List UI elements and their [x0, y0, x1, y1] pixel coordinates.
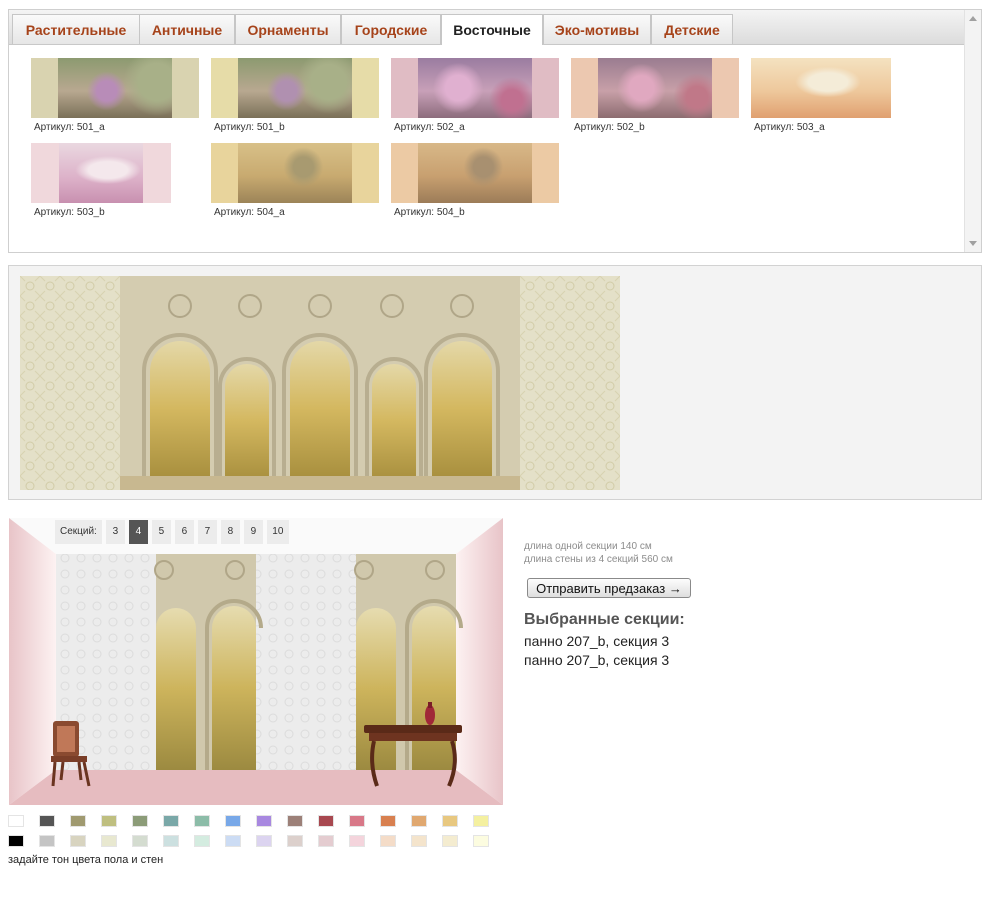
article-caption: Артикул: 504_b — [394, 207, 465, 218]
selected-section-item: панно 207_b, секция 3 — [524, 633, 670, 649]
color-swatch[interactable] — [101, 815, 117, 827]
color-swatch[interactable] — [163, 815, 179, 827]
article-caption: Артикул: 501_b — [214, 122, 285, 133]
thumbnail-image — [391, 143, 559, 203]
color-swatch[interactable] — [101, 835, 117, 847]
color-swatch[interactable] — [8, 815, 24, 827]
catalog-item[interactable]: Артикул: 501_b — [211, 58, 379, 133]
article-caption: Артикул: 502_b — [574, 122, 645, 133]
tab-city[interactable]: Городские — [341, 14, 441, 44]
category-tabs: Растительные Античные Орнаменты Городски… — [9, 10, 972, 45]
catalog-item[interactable]: Артикул: 503_a — [751, 58, 891, 133]
tab-oriental[interactable]: Восточные — [441, 14, 543, 45]
color-swatch[interactable] — [442, 815, 458, 827]
wall-length-text: длина стены из 4 секций 560 см — [524, 554, 673, 565]
sections-option-8[interactable]: 8 — [220, 520, 240, 544]
thumbnail-image — [211, 58, 379, 118]
color-swatch[interactable] — [132, 835, 148, 847]
sections-option-6[interactable]: 6 — [174, 520, 194, 544]
sections-option-3[interactable]: 3 — [105, 520, 125, 544]
thumbnail-image — [571, 58, 739, 118]
color-swatch[interactable] — [194, 815, 210, 827]
send-preorder-button[interactable]: Отправить предзаказ → — [527, 578, 691, 598]
panel-preview — [8, 265, 982, 500]
color-swatch[interactable] — [256, 835, 272, 847]
color-swatch[interactable] — [473, 815, 489, 827]
scroll-down-icon[interactable] — [969, 241, 977, 246]
tab-kids[interactable]: Детские — [651, 14, 733, 44]
color-swatch[interactable] — [8, 835, 24, 847]
sections-option-4[interactable]: 4 — [128, 520, 148, 544]
sections-label: Секций: — [55, 520, 102, 544]
color-swatch[interactable] — [349, 815, 365, 827]
catalog-item[interactable]: Артикул: 502_b — [571, 58, 739, 133]
selected-sections-title: Выбранные секции: — [524, 611, 685, 628]
color-swatch[interactable] — [163, 835, 179, 847]
color-swatch[interactable] — [473, 835, 489, 847]
color-swatch[interactable] — [39, 815, 55, 827]
color-swatch[interactable] — [194, 835, 210, 847]
catalog-item[interactable]: Артикул: 501_a — [31, 58, 199, 133]
scroll-up-icon[interactable] — [969, 16, 977, 21]
article-caption: Артикул: 502_a — [394, 122, 465, 133]
color-swatch[interactable] — [256, 815, 272, 827]
color-swatch[interactable] — [287, 815, 303, 827]
panorama-image — [20, 276, 620, 490]
catalog-item[interactable]: Артикул: 502_a — [391, 58, 559, 133]
catalog-panel: Растительные Античные Орнаменты Городски… — [8, 9, 982, 253]
tab-ornaments[interactable]: Орнаменты — [235, 14, 341, 44]
sections-option-9[interactable]: 9 — [243, 520, 263, 544]
catalog-scrollbar[interactable] — [964, 10, 981, 252]
tab-plants[interactable]: Растительные — [12, 14, 140, 44]
article-caption: Артикул: 504_a — [214, 207, 285, 218]
thumbnail-image — [31, 143, 171, 203]
section-length-text: длина одной секции 140 см — [524, 541, 652, 552]
color-swatch[interactable] — [225, 835, 241, 847]
color-swatch[interactable] — [287, 835, 303, 847]
color-swatch[interactable] — [70, 815, 86, 827]
catalog-item[interactable]: Артикул: 504_b — [391, 143, 559, 218]
color-swatch[interactable] — [380, 835, 396, 847]
sections-option-10[interactable]: 10 — [266, 520, 289, 544]
article-caption: Артикул: 503_a — [754, 122, 825, 133]
color-swatch[interactable] — [70, 835, 86, 847]
sections-selector: Секций: 3 4 5 6 7 8 9 10 — [55, 520, 289, 544]
color-swatch[interactable] — [442, 835, 458, 847]
thumbnail-image — [751, 58, 891, 118]
color-swatch[interactable] — [225, 815, 241, 827]
thumbnail-image — [211, 143, 379, 203]
catalog-item[interactable]: Артикул: 504_a — [211, 143, 379, 218]
color-swatch[interactable] — [39, 835, 55, 847]
thumbnail-image — [31, 58, 199, 118]
palette-hint: задайте тон цвета пола и стен — [8, 854, 164, 866]
article-caption: Артикул: 503_b — [34, 207, 105, 218]
color-swatch[interactable] — [349, 835, 365, 847]
sections-option-7[interactable]: 7 — [197, 520, 217, 544]
color-swatch[interactable] — [318, 815, 334, 827]
catalog-item[interactable]: Артикул: 503_b — [31, 143, 171, 218]
tab-antique[interactable]: Античные — [139, 14, 235, 44]
article-caption: Артикул: 501_a — [34, 122, 105, 133]
color-swatch[interactable] — [318, 835, 334, 847]
color-swatch[interactable] — [132, 815, 148, 827]
color-swatch[interactable] — [380, 815, 396, 827]
thumbnail-image — [391, 58, 559, 118]
sections-option-5[interactable]: 5 — [151, 520, 171, 544]
color-swatch[interactable] — [411, 815, 427, 827]
room-visualization — [9, 518, 503, 805]
tab-eco[interactable]: Эко-мотивы — [543, 14, 651, 44]
selected-section-item: панно 207_b, секция 3 — [524, 652, 670, 668]
color-swatch[interactable] — [411, 835, 427, 847]
